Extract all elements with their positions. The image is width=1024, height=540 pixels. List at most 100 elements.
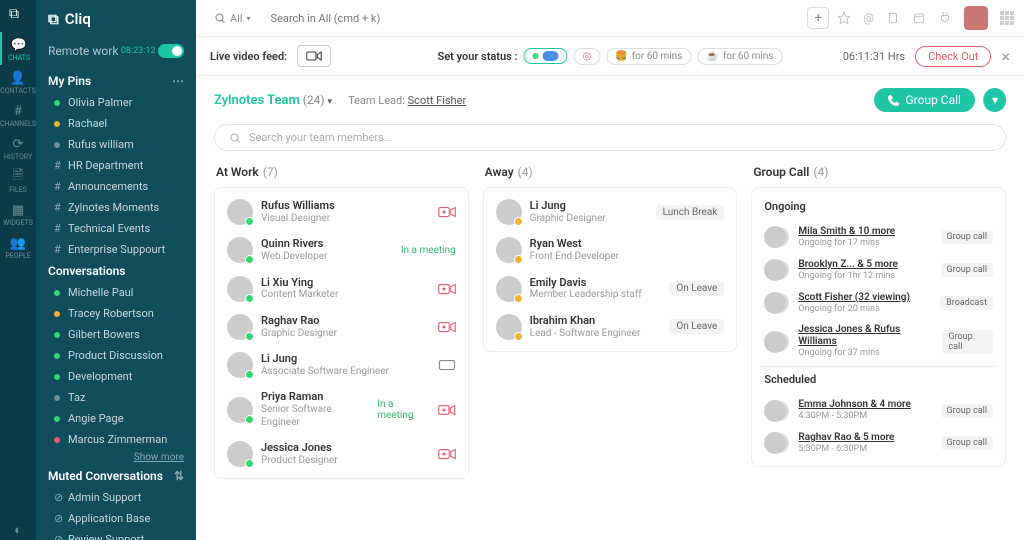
person-row[interactable]: Priya RamanSenior Software EngineerIn a … (223, 385, 460, 434)
rail-chats[interactable]: 💬CHATS (0, 32, 36, 65)
rail-widgets[interactable]: ▦WIDGETS (0, 197, 36, 230)
team-search-input[interactable]: Search your team members... (214, 124, 1006, 151)
clipboard-icon[interactable] (886, 11, 900, 25)
sidebar-item[interactable]: Taz (36, 387, 196, 408)
presence-dot (54, 395, 60, 401)
person-row[interactable]: Li Xiu YingContent Marketer (223, 271, 460, 307)
person-row[interactable]: Ryan WestFront End Developer (492, 232, 729, 268)
status-available-pill[interactable] (524, 48, 568, 64)
workspace-name[interactable]: Remote work (48, 44, 118, 58)
phone-icon (888, 94, 900, 106)
avatar (764, 259, 786, 281)
rail-contacts[interactable]: 👤CONTACTS (0, 65, 36, 98)
groupcall-title: Group Call (753, 165, 809, 179)
rail-channels[interactable]: #CHANNELS (0, 98, 36, 131)
person-row[interactable]: Quinn RiversWeb DeveloperIn a meeting (223, 232, 460, 268)
video-feed-button[interactable] (297, 45, 331, 67)
presence-dot (54, 416, 60, 422)
sidebar-item[interactable]: ⊘Application Base (36, 508, 196, 529)
work-timer: 06:11:31 Hrs (843, 50, 905, 63)
sidebar-item[interactable]: #Zylnotes Moments (36, 197, 196, 218)
presence-dot (54, 353, 60, 359)
sidebar-item[interactable]: Rachael (36, 113, 196, 134)
sidebar-item[interactable]: Michelle Paul (36, 282, 196, 303)
status-lunch-pill[interactable]: 🍔for 60 mins (606, 48, 691, 65)
sidebar-item[interactable]: Angie Page (36, 408, 196, 429)
group-call-button[interactable]: Group Call (874, 88, 974, 112)
join-call-button[interactable]: Group call (942, 330, 993, 354)
person-row[interactable]: Emily DavisMember Leadership staffOn Lea… (492, 271, 729, 307)
close-icon[interactable]: × (1001, 47, 1010, 66)
call-row[interactable]: Brooklyn Z... & 5 moreOngoing for 1hr 12… (760, 254, 997, 287)
status-dnd-pill[interactable]: ◎ (574, 48, 601, 65)
person-row[interactable]: Li JungGraphic DesignerLunch Break (492, 194, 729, 230)
team-lead-link[interactable]: Scott Fisher (408, 94, 467, 107)
presence-toggle[interactable] (158, 44, 184, 58)
presence-dot (54, 100, 60, 106)
sidebar-item[interactable]: Development (36, 366, 196, 387)
feed-label: Live video feed: (210, 50, 287, 63)
mention-icon[interactable]: @ (863, 11, 874, 25)
sidebar-item[interactable]: ⊘Review Support (36, 529, 196, 540)
sidebar-item[interactable]: #Enterprise Suppourt (36, 239, 196, 260)
sort-icon[interactable]: ⇅ (174, 469, 184, 483)
sidebar-item[interactable]: Olivia Palmer (36, 92, 196, 113)
sidebar-item[interactable]: #Technical Events (36, 218, 196, 239)
more-icon[interactable]: ⋯ (172, 74, 184, 88)
join-call-button[interactable]: Group call (941, 404, 993, 418)
team-lead: Team Lead: Scott Fisher (348, 94, 466, 107)
person-row[interactable]: Rufus WilliamsVisual Designer (223, 194, 460, 230)
search-input[interactable] (267, 8, 800, 29)
rail-files[interactable]: 🗎FILES (0, 164, 36, 197)
sidebar-item[interactable]: ⊘Admin Support (36, 487, 196, 508)
sidebar-item[interactable]: Marcus Zimmerman (36, 429, 196, 450)
presence-dot (54, 437, 60, 443)
avatar (496, 237, 522, 263)
sidebar-item[interactable]: Tracey Robertson (36, 303, 196, 324)
search-scope-dropdown[interactable]: All ▾ (206, 8, 259, 29)
call-row[interactable]: Raghav Rao & 5 more5:30PM - 6:30PMGroup … (760, 427, 997, 460)
calendar-icon[interactable] (912, 11, 926, 25)
call-row[interactable]: Mila Smith & 10 moreOngoing for 17 minsG… (760, 221, 997, 254)
status-text: In a meeting (377, 399, 430, 421)
status-coffee-pill[interactable]: ☕for 60 mins (697, 48, 782, 65)
join-call-button[interactable]: Group call (941, 263, 993, 277)
atwork-title: At Work (216, 165, 259, 179)
rail-people[interactable]: 👥PEOPLE (0, 230, 36, 263)
checkout-button[interactable]: Check Out (915, 46, 991, 67)
join-call-button[interactable]: Group call (941, 230, 993, 244)
star-icon[interactable] (837, 11, 851, 25)
rail-history[interactable]: ⟳HISTORY (0, 131, 36, 164)
avatar (227, 397, 253, 423)
new-chat-button[interactable]: + (807, 7, 829, 29)
user-avatar[interactable] (964, 6, 988, 30)
avatar (227, 237, 253, 263)
call-row[interactable]: Jessica Jones & Rufus WilliamsOngoing fo… (760, 319, 997, 364)
apps-grid-icon[interactable] (1000, 11, 1014, 25)
group-call-dropdown[interactable]: ▾ (983, 88, 1006, 112)
show-more-link[interactable]: Show more (36, 450, 196, 465)
sidebar-item[interactable]: #Announcements (36, 176, 196, 197)
recording-icon (438, 404, 455, 416)
sidebar-item[interactable]: Product Discussion (36, 345, 196, 366)
hash-icon: # (54, 201, 60, 214)
team-name-dropdown[interactable]: Zylnotes Team (24) ▾ (214, 93, 332, 108)
person-icon: 👤 (11, 71, 25, 85)
person-row[interactable]: Li JungAssociate Software Engineer (223, 347, 460, 383)
presence-dot (54, 311, 60, 317)
sidebar-item[interactable]: #HR Department (36, 155, 196, 176)
sidebar-item[interactable]: Rufus william (36, 134, 196, 155)
person-row[interactable]: Ibrahim KhanLead - Software EngineerOn L… (492, 309, 729, 345)
scheduled-label: Scheduled (760, 366, 997, 392)
join-call-button[interactable]: Broadcast (940, 296, 993, 310)
plug-icon[interactable] (938, 11, 952, 25)
person-row[interactable]: Raghav RaoGraphic Designer (223, 309, 460, 345)
video-icon (306, 50, 322, 62)
avatar (764, 432, 786, 454)
call-row[interactable]: Scott Fisher (32 viewing)Ongoing for 20 … (760, 287, 997, 320)
sidebar-item[interactable]: Gilbert Bowers (36, 324, 196, 345)
person-row[interactable]: Jessica JonesProduct Designer (223, 436, 460, 472)
call-row[interactable]: Emma Johnson & 4 more4:30PM - 5:30PMGrou… (760, 394, 997, 427)
rail-footer[interactable]: ◐ (0, 517, 36, 540)
join-call-button[interactable]: Group call (941, 436, 993, 450)
